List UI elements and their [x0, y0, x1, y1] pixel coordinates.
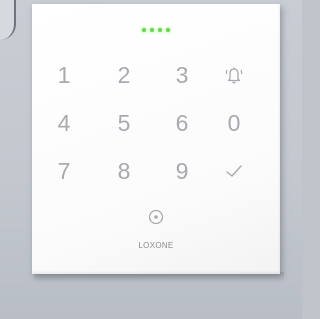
key-label: 6: [175, 109, 189, 136]
keypad-device: 1 2 3 4 5 6 0 7 8 9 LOXONE: [32, 4, 280, 274]
brand-logo: LOXONE: [138, 241, 174, 250]
status-led: [166, 28, 170, 32]
status-led: [158, 28, 162, 32]
key-5[interactable]: 5: [104, 108, 144, 138]
key-label: 4: [57, 109, 71, 136]
checkmark-icon: [224, 163, 244, 179]
bell-key[interactable]: [214, 60, 254, 90]
status-leds: [32, 28, 280, 32]
target-icon: [147, 208, 165, 226]
wall-edge: [0, 0, 16, 40]
status-led: [150, 28, 154, 32]
center-key[interactable]: [136, 202, 176, 232]
key-9[interactable]: 9: [162, 156, 202, 186]
key-6[interactable]: 6: [162, 108, 202, 138]
status-led: [142, 28, 146, 32]
key-3[interactable]: 3: [162, 60, 202, 90]
key-0[interactable]: 0: [214, 108, 254, 138]
key-label: 7: [57, 157, 71, 184]
key-label: 5: [117, 109, 131, 136]
key-8[interactable]: 8: [104, 156, 144, 186]
key-label: 1: [57, 61, 71, 88]
scene: 1 2 3 4 5 6 0 7 8 9 LOXONE: [0, 0, 302, 319]
key-2[interactable]: 2: [104, 60, 144, 90]
key-4[interactable]: 4: [44, 108, 84, 138]
key-label: 3: [175, 61, 189, 88]
key-label: 9: [175, 157, 189, 184]
key-7[interactable]: 7: [44, 156, 84, 186]
bell-icon: [223, 65, 245, 85]
key-label: 8: [117, 157, 131, 184]
key-label: 0: [227, 109, 241, 136]
key-label: 2: [117, 61, 131, 88]
confirm-key[interactable]: [214, 156, 254, 186]
key-1[interactable]: 1: [44, 60, 84, 90]
